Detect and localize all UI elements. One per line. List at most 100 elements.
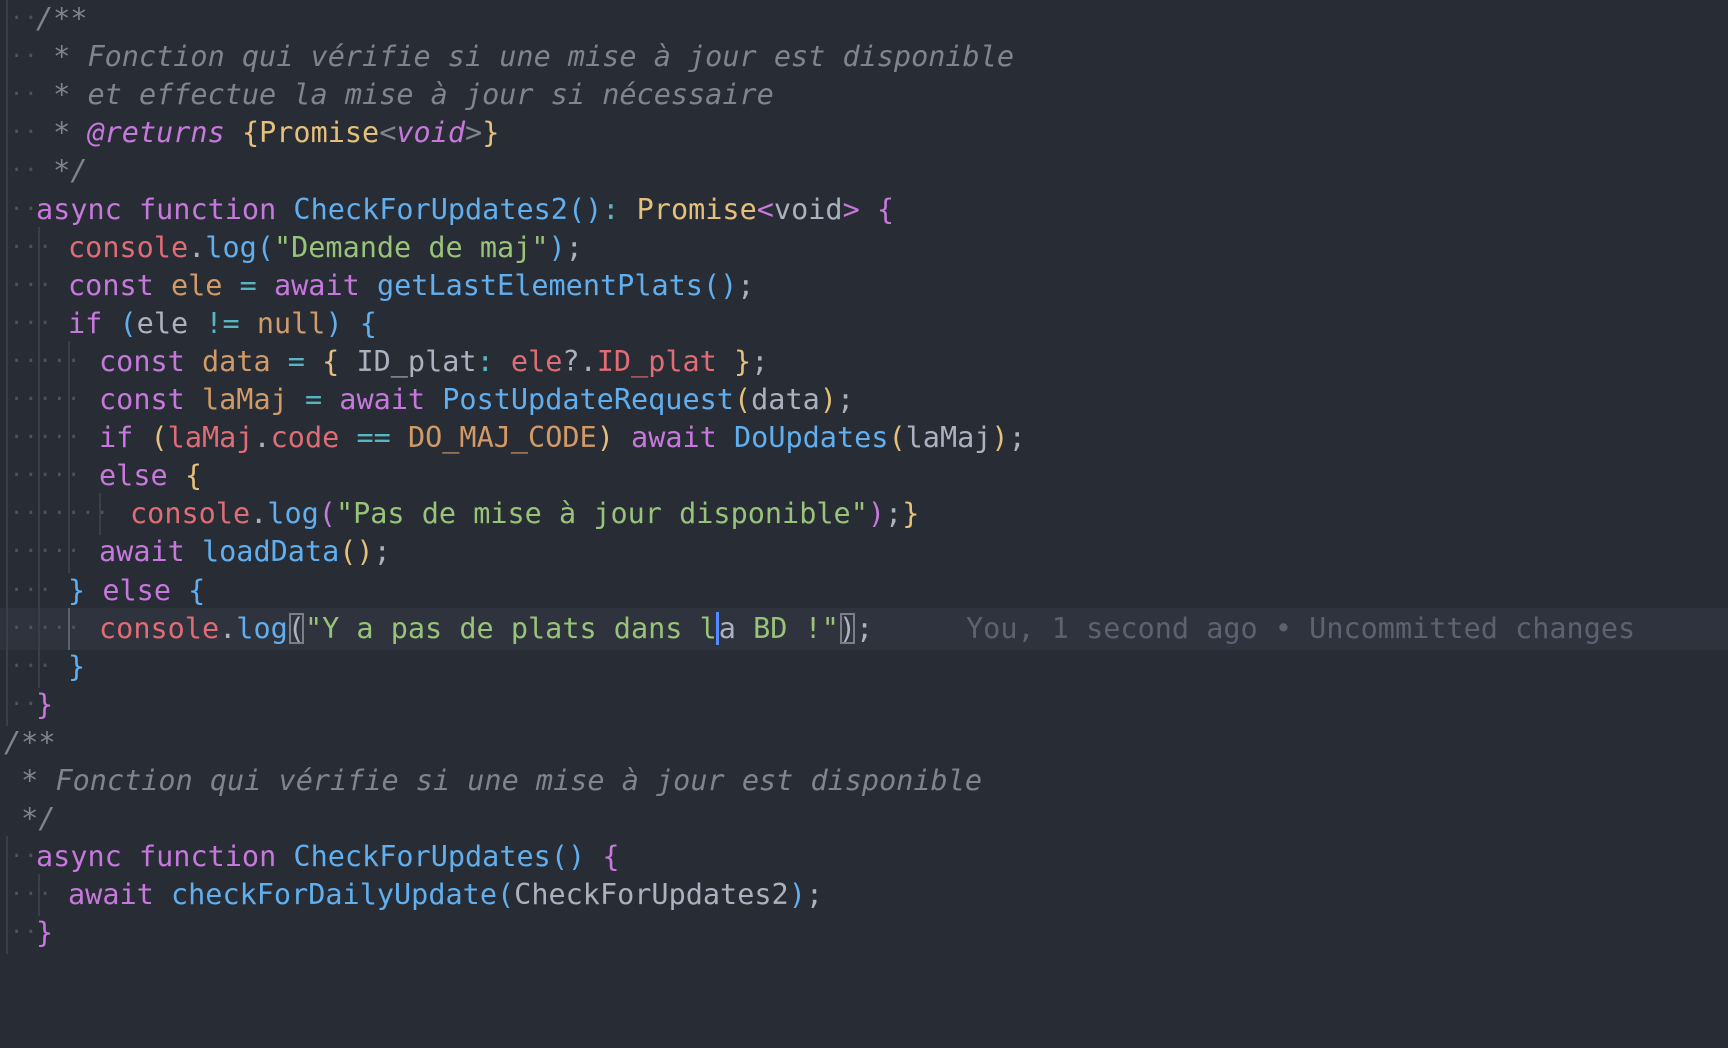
code-text: } — [36, 912, 53, 954]
token-punct: ; — [751, 344, 769, 378]
token-bracket3: () — [567, 192, 603, 226]
token-bracket3: } — [68, 573, 86, 607]
token-cursor: a — [715, 611, 736, 645]
token-bracketHl: ) — [838, 611, 857, 645]
token-constant: DO_MAJ_CODE — [407, 421, 597, 455]
code-line[interactable]: ·· */ — [0, 150, 1728, 193]
code-text: if (ele != null) { — [68, 303, 377, 345]
token-bracket2: } — [36, 916, 54, 950]
indent-guide — [6, 531, 8, 574]
token-operator: = — [304, 383, 323, 416]
whitespace-marker: ·· — [10, 920, 39, 946]
whitespace-marker: ·· — [10, 844, 39, 870]
token-operator: : — [476, 344, 494, 378]
code-text: */ — [36, 150, 87, 192]
code-line[interactable]: ··/** — [0, 0, 1728, 40]
code-line[interactable]: ···} else { — [0, 569, 1728, 612]
token-operator: != — [205, 306, 240, 340]
token-keyword: function — [138, 840, 277, 874]
token-keyword: await — [631, 421, 717, 455]
code-line[interactable]: ····· await loadData(); — [0, 531, 1728, 574]
token-bracket1: () — [339, 535, 374, 569]
token-plain: void — [773, 192, 843, 226]
token-punct: ; — [856, 611, 874, 645]
token-punct: ; — [737, 268, 755, 302]
code-text: */ — [4, 798, 55, 840]
indent-guide — [6, 874, 8, 917]
code-text: console.log("Pas de mise à jour disponib… — [130, 493, 919, 535]
code-line[interactable]: ····· console.log("Y a pas de plats dans … — [0, 607, 1728, 650]
token-bracket1: ) — [991, 421, 1009, 455]
token-constant: laMaj — [201, 383, 288, 416]
code-line[interactable]: ··} — [0, 912, 1728, 955]
code-line[interactable]: ··· const ele = await getLastElementPlats… — [0, 264, 1728, 307]
code-line[interactable]: * Fonction qui vérifie si une mise à jou… — [0, 760, 1728, 802]
code-line[interactable]: ··· await checkForDailyUpdate(CheckForUpd… — [0, 874, 1728, 917]
token-keyword: const — [99, 383, 185, 416]
code-line[interactable]: /** — [0, 722, 1728, 764]
token-string: BD !" — [735, 611, 839, 645]
code-line[interactable]: ····· if (laMaj.code == DO_MAJ_CODE) awai… — [0, 417, 1728, 460]
code-line[interactable]: ···} — [0, 645, 1728, 688]
code-editor[interactable]: ··/** ·· * Fonction qui vérifie si une mi… — [0, 0, 1728, 1048]
code-line[interactable]: ··· if (ele != null) { — [0, 302, 1728, 345]
token-keyword: async — [36, 192, 122, 226]
code-line[interactable]: ·· * et effectue la mise à jour si néces… — [0, 74, 1728, 117]
indent-guide — [6, 74, 8, 117]
code-text: console.log("Y a pas de plats dans la BD… — [99, 608, 873, 650]
token-punct: ; — [1008, 421, 1026, 455]
token-bracket3: ) — [548, 230, 566, 264]
token-punct: ; — [805, 878, 824, 912]
code-line[interactable]: ·· * @returns {Promise<void>} — [0, 112, 1728, 155]
token-function: getLastElementPlats — [376, 268, 703, 302]
code-line[interactable]: ··} — [0, 683, 1728, 726]
whitespace-marker: ······· — [10, 501, 110, 527]
code-line[interactable]: ·· async function CheckForUpdates() { — [0, 836, 1728, 879]
indent-guide — [6, 493, 8, 536]
whitespace-marker: ·· — [10, 44, 39, 70]
token-bracket1: ) — [819, 383, 837, 416]
token-comment: * — [36, 116, 88, 150]
code-text: await checkForDailyUpdate(CheckForUpdate… — [68, 874, 823, 916]
code-text: } — [68, 646, 85, 688]
code-line[interactable]: ····· const laMaj = await PostUpdateReque… — [0, 379, 1728, 421]
whitespace-marker: ··· — [10, 272, 53, 298]
token-comment: /** — [36, 2, 88, 35]
token-punct: ; — [836, 383, 855, 416]
token-variable: console — [130, 497, 251, 531]
token-keyword: await — [273, 268, 360, 302]
indent-guide — [6, 683, 8, 726]
whitespace-marker: ····· — [10, 615, 82, 641]
git-blame-annotation[interactable]: You, 1 second ago • Uncommitted changes — [966, 608, 1635, 650]
code-line[interactable]: ·· async function CheckForUpdates2(): Pro… — [0, 188, 1728, 231]
token-string: "Demande de maj" — [273, 230, 549, 264]
token-comment: > — [465, 116, 483, 150]
token-bracket3: ) — [325, 306, 343, 340]
code-line[interactable]: ······· console.log("Pas de mise à jour d… — [0, 493, 1728, 536]
code-line[interactable]: ····· else { — [0, 455, 1728, 498]
token-comment: * Fonction qui vérifie si une mise à jou… — [4, 764, 983, 797]
token-bracket1: ( — [150, 421, 168, 455]
code-line[interactable]: */ — [0, 798, 1728, 840]
token-function: DoUpdates — [734, 421, 889, 455]
token-bracket3: ) — [788, 878, 806, 912]
code-line[interactable]: ····· const data = { ID_plat: ele?.ID_pla… — [0, 340, 1728, 383]
code-line[interactable]: ·· * Fonction qui vérifie si une mise à … — [0, 36, 1728, 79]
indent-guide — [6, 36, 8, 79]
code-line[interactable]: ··· console.log("Demande de maj"); — [0, 226, 1728, 269]
token-bracket2: { — [602, 840, 620, 874]
token-punct: ?. — [562, 344, 597, 378]
token-keyword: if — [99, 421, 134, 455]
token-bracket3: ( — [119, 306, 137, 340]
